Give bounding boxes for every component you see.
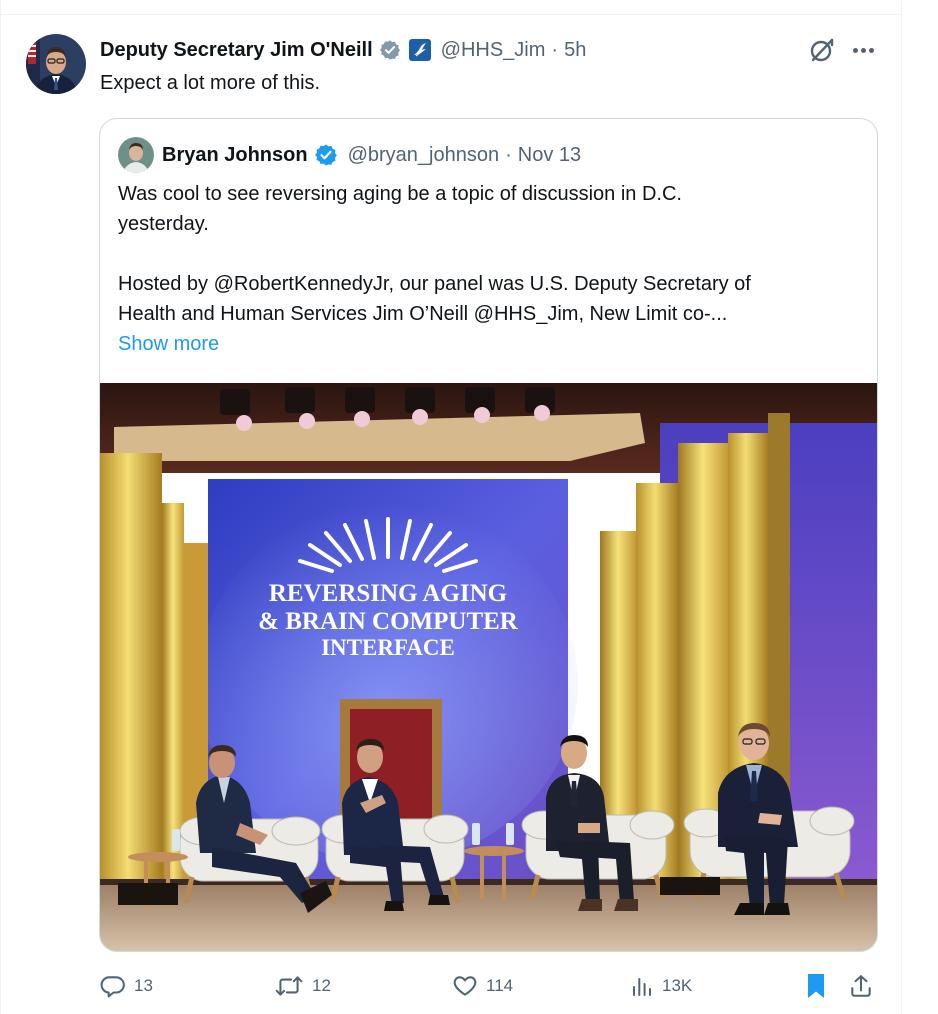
views-bar-icon	[630, 973, 654, 999]
reply-icon	[100, 973, 126, 999]
quoted-text-line-2: yesterday.	[118, 213, 209, 235]
quoted-header-separator: ·	[505, 143, 512, 166]
screen-title-line-3: INTERFACE	[321, 635, 455, 660]
quoted-text-line-1: Was cool to see reversing aging be a top…	[118, 183, 682, 205]
tweet-time[interactable]: 5h	[564, 39, 586, 62]
author-avatar[interactable]	[26, 34, 86, 94]
header-separator: ·	[551, 38, 559, 61]
blue-verified-check-icon[interactable]	[314, 143, 338, 167]
quoted-tweet-header: Bryan Johnson @bryan_johnson · Nov 13	[162, 141, 581, 169]
more-dots-icon[interactable]	[848, 36, 878, 64]
panel-photo[interactable]: REVERSING AGING & BRAIN COMPUTER INTERFA…	[100, 383, 877, 951]
repost-icon	[274, 973, 304, 999]
share-button[interactable]	[848, 970, 874, 1002]
quoted-author-avatar[interactable]	[118, 137, 154, 173]
show-more-link[interactable]: Show more	[118, 329, 219, 359]
quoted-tweet-text: Was cool to see reversing aging be a top…	[118, 179, 863, 329]
screen-title-line-2: & BRAIN COMPUTER	[258, 608, 519, 635]
bookmark-icon	[804, 972, 828, 1000]
hhs-eagle-badge-icon[interactable]	[408, 39, 431, 61]
views-button[interactable]: 13K	[630, 970, 692, 1002]
tweet-action-bar: 13 12 114 13K	[100, 970, 880, 1002]
grey-verified-check-icon[interactable]	[379, 39, 401, 61]
quoted-author-handle[interactable]: @bryan_johnson	[348, 144, 500, 167]
repost-button[interactable]: 12	[274, 970, 331, 1002]
views-count: 13K	[662, 976, 693, 995]
reply-button[interactable]: 13	[100, 970, 153, 1002]
repost-count: 12	[312, 976, 331, 995]
reply-count: 13	[134, 976, 153, 995]
grok-icon[interactable]	[808, 36, 836, 64]
screen-title-line-1: REVERSING AGING	[269, 580, 507, 607]
author-name[interactable]: Deputy Secretary Jim O'Neill	[100, 39, 373, 62]
like-count: 114	[486, 976, 514, 995]
tweet-text: Expect a lot more of this.	[100, 72, 321, 94]
author-handle[interactable]: @HHS_Jim	[441, 39, 546, 62]
share-icon	[848, 973, 874, 999]
heart-icon	[452, 973, 478, 999]
like-button[interactable]: 114	[452, 970, 513, 1002]
tweet-header: Deputy Secretary Jim O'Neill @HHS_Jim · …	[100, 36, 586, 64]
quoted-tweet-card[interactable]: Bryan Johnson @bryan_johnson · Nov 13 Wa…	[99, 118, 878, 952]
top-divider	[0, 14, 902, 15]
quoted-author-name[interactable]: Bryan Johnson	[162, 144, 308, 167]
quoted-text-line-3: Hosted by @RobertKennedyJr, our panel wa…	[118, 273, 751, 295]
bookmark-button[interactable]	[804, 970, 828, 1002]
quoted-text-line-4: Health and Human Services Jim O’Neill @H…	[118, 303, 728, 325]
quoted-tweet-date[interactable]: Nov 13	[518, 144, 581, 167]
